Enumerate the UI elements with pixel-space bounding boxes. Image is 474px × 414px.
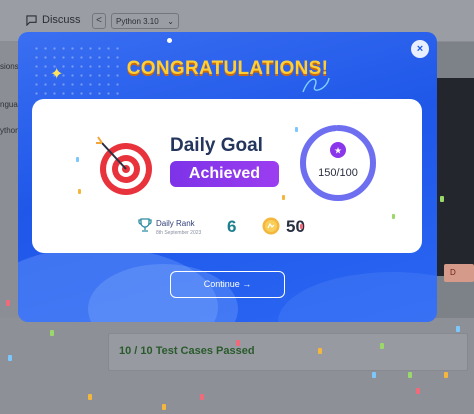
continue-button[interactable]: Continue → [170,271,285,298]
output-panel [436,78,474,276]
confetti [200,394,204,400]
coin-icon [262,217,280,235]
confetti [372,372,376,378]
language-select[interactable]: Python 3.10 ⌄ [111,13,179,29]
discuss-tab[interactable]: Discuss [26,14,81,26]
confetti [444,372,448,378]
rank-label: Daily Rank [156,219,195,228]
progress-ring: ★ [300,125,376,201]
star-glyph: ★ [334,147,342,157]
rank-date: 8th September 2023 [156,230,202,236]
confetti [6,300,10,306]
trophy-icon [138,218,152,232]
chevron-down-icon: ⌄ [167,16,174,26]
confetti [162,404,166,410]
achieved-badge: Achieved [170,161,279,187]
rank-value: 6 [227,217,237,236]
confetti [408,372,412,378]
target-icon [96,136,152,195]
confetti [318,348,322,354]
confetti [88,394,92,400]
confetti [8,355,12,361]
prev-button[interactable]: < [92,13,106,29]
confetti [78,189,81,194]
left-panel-text: ngua [0,100,18,109]
confetti [76,157,79,162]
confetti [392,214,395,219]
confetti [416,388,420,394]
decor-wave [278,272,437,322]
confetti [380,343,384,349]
confetti [282,195,285,200]
discuss-label: Discuss [42,14,81,26]
confetti [236,340,240,346]
goal-card: Daily Goal Achieved ★ 150/100 Daily Rank… [32,99,422,253]
confetti [456,326,460,332]
confetti [300,224,303,229]
test-cases-text: 10 / 10 Test Cases Passed [119,345,255,357]
confetti [50,330,54,336]
congratulations-modal: ✦ ✦ × CONGRATULATIONS! Daily Goal Achiev… [18,32,437,322]
language-select-value: Python 3.10 [116,16,159,26]
decor-dot [167,38,172,43]
progress-arc [300,125,376,201]
right-action-button[interactable]: D [444,264,474,282]
modal-title: CONGRATULATIONS! [126,58,329,79]
confetti [440,196,444,202]
goal-title: Daily Goal [170,135,263,156]
left-panel-text: sions [0,62,19,71]
confetti [295,127,298,132]
close-icon[interactable]: × [411,40,429,58]
left-panel-text: ython [0,126,20,135]
discuss-icon [26,14,37,26]
progress-value: 150/100 [318,167,358,179]
